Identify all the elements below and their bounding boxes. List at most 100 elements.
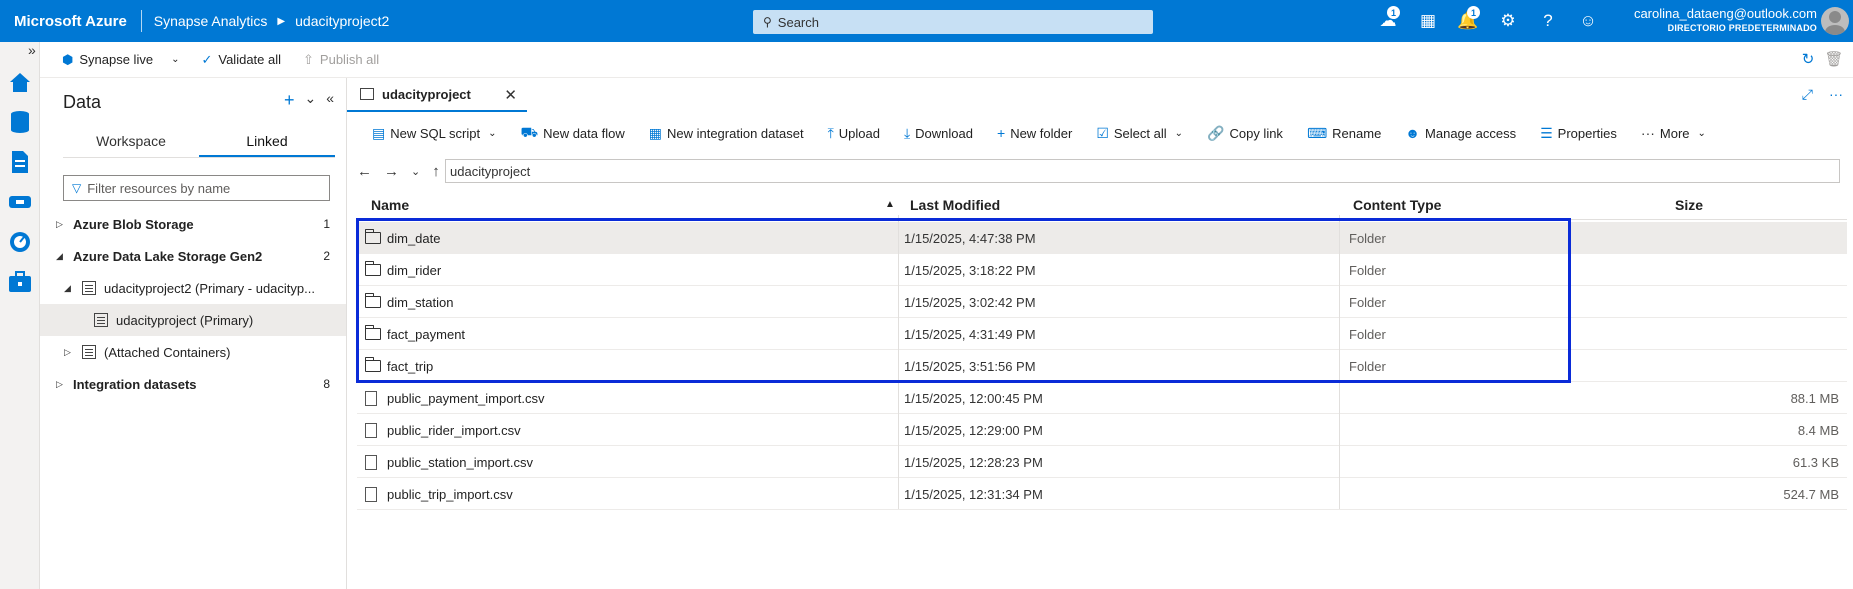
last-modified: 1/15/2025, 12:00:45 PM xyxy=(904,391,1043,406)
dataset-icon: ▦ xyxy=(648,124,662,141)
expand-arrow-icon[interactable]: ▷ xyxy=(56,219,63,230)
help-icon[interactable]: ? xyxy=(1528,8,1568,34)
command-bar: ⬢ Synapse live ⌄ ✓ Validate all ⇧ Publis… xyxy=(40,42,1853,78)
table-row[interactable]: public_trip_import.csv 1/15/2025, 12:31:… xyxy=(357,478,1847,510)
workspace-name[interactable]: udacityproject2 xyxy=(295,13,389,29)
tree-item-count: 8 xyxy=(323,377,330,391)
button-label: New integration dataset xyxy=(666,125,804,141)
person-icon: ☻ xyxy=(1405,125,1421,141)
upload-button[interactable]: ⤒ Upload xyxy=(828,125,880,142)
chevron-down-icon[interactable]: ⌄ xyxy=(1698,128,1706,139)
expand-icon[interactable]: ⤢ xyxy=(1802,86,1813,103)
more-icon[interactable]: ··· xyxy=(1829,86,1843,103)
chevron-down-icon[interactable]: ⌄ xyxy=(1175,128,1183,139)
filter-icon: ▽ xyxy=(72,181,82,195)
portal-icon[interactable]: ▦ xyxy=(1408,8,1448,34)
product-name[interactable]: Synapse Analytics xyxy=(154,13,268,29)
collapse-arrow-icon[interactable]: ◢ xyxy=(64,283,71,294)
manage-icon[interactable] xyxy=(0,262,40,302)
manage-access-button[interactable]: ☻ Manage access xyxy=(1405,125,1516,141)
back-arrow-icon[interactable]: ← xyxy=(357,163,372,180)
expand-arrow-icon[interactable]: ▷ xyxy=(56,379,63,390)
file-name: fact_trip xyxy=(387,359,434,374)
table-row[interactable]: dim_rider 1/15/2025, 3:18:22 PM Folder xyxy=(357,254,1847,286)
tree-item-integration-datasets[interactable]: ▷ Integration datasets 8 xyxy=(40,368,346,400)
chevron-down-icon[interactable]: ⌄ xyxy=(171,54,179,65)
column-header-content-type[interactable]: Content Type xyxy=(1353,197,1441,213)
new-folder-button[interactable]: + New folder xyxy=(997,125,1072,141)
path-value: udacityproject xyxy=(450,163,531,179)
breadcrumb-arrow-icon: ▶ xyxy=(277,15,286,27)
column-header-name[interactable]: Name xyxy=(371,197,409,213)
collapse-all-icon[interactable]: ⌄ xyxy=(304,90,316,111)
more-button[interactable]: ··· More ⌄ xyxy=(1641,125,1706,141)
pipeline-icon[interactable] xyxy=(0,182,40,222)
forward-arrow-icon[interactable]: → xyxy=(384,163,399,180)
properties-button[interactable]: ☰ Properties xyxy=(1540,125,1617,142)
tree-item-udacityproject2[interactable]: ◢ udacityproject2 (Primary - udacityp... xyxy=(40,272,346,304)
chevron-down-icon[interactable]: ⌄ xyxy=(411,165,420,178)
file-icon xyxy=(365,391,377,406)
new-integration-dataset-button[interactable]: ▦ New integration dataset xyxy=(649,125,804,142)
discard-icon[interactable]: 🗑 xyxy=(1821,50,1847,68)
document-icon[interactable] xyxy=(0,142,40,182)
home-icon[interactable] xyxy=(0,62,40,102)
button-label: New data flow xyxy=(543,125,625,141)
table-row[interactable]: fact_trip 1/15/2025, 3:51:56 PM Folder xyxy=(357,350,1847,382)
table-row[interactable]: public_station_import.csv 1/15/2025, 12:… xyxy=(357,446,1847,478)
content-actions: ⤢ ··· xyxy=(1786,86,1843,103)
select-all-button[interactable]: ☑ Select all ⌄ xyxy=(1096,125,1183,142)
validate-all-button[interactable]: ✓ Validate all xyxy=(201,52,281,68)
file-size: 524.7 MB xyxy=(1783,487,1839,502)
settings-icon[interactable]: ⚙ xyxy=(1488,8,1528,34)
notification-badge: 1 xyxy=(1387,6,1400,19)
tree-item-label: udacityproject2 (Primary - udacityp... xyxy=(104,280,315,296)
collapse-arrow-icon[interactable]: ◢ xyxy=(56,251,63,262)
table-row[interactable]: dim_date 1/15/2025, 4:47:38 PM Folder xyxy=(357,222,1847,254)
expand-arrow-icon[interactable]: ▷ xyxy=(64,347,71,358)
tree-item-udacityproject[interactable]: udacityproject (Primary) xyxy=(40,304,346,336)
last-modified: 1/15/2025, 3:18:22 PM xyxy=(904,263,1036,278)
column-header-size[interactable]: Size xyxy=(1675,197,1703,213)
expand-icon[interactable]: » xyxy=(28,42,36,58)
tree-item-adls-gen2[interactable]: ◢ Azure Data Lake Storage Gen2 2 xyxy=(40,240,346,272)
avatar[interactable] xyxy=(1821,7,1849,35)
last-modified: 1/15/2025, 12:29:00 PM xyxy=(904,423,1043,438)
synapse-live-button[interactable]: ⬢ Synapse live ⌄ xyxy=(62,52,179,68)
table-row[interactable]: dim_station 1/15/2025, 3:02:42 PM Folder xyxy=(357,286,1847,318)
tab-workspace[interactable]: Workspace xyxy=(63,126,199,157)
people-icon[interactable]: ☺ xyxy=(1568,8,1608,34)
new-sql-script-button[interactable]: ▤ New SQL script ⌄ xyxy=(372,125,496,142)
tree-item-azure-blob-storage[interactable]: ▷ Azure Blob Storage 1 xyxy=(40,208,346,240)
close-icon[interactable]: ✕ xyxy=(504,86,517,104)
up-arrow-icon[interactable]: ↑ xyxy=(432,163,440,180)
new-data-flow-button[interactable]: ⛟ New data flow xyxy=(520,124,624,143)
monitor-icon[interactable] xyxy=(0,222,40,262)
tree-item-attached-containers[interactable]: ▷ (Attached Containers) xyxy=(40,336,346,368)
table-row[interactable]: public_payment_import.csv 1/15/2025, 12:… xyxy=(357,382,1847,414)
feedback-icon[interactable]: ☁ 1 xyxy=(1368,6,1408,34)
table-row[interactable]: fact_payment 1/15/2025, 4:31:49 PM Folde… xyxy=(357,318,1847,350)
rename-button[interactable]: ⌨ Rename xyxy=(1307,125,1381,142)
publish-all-button[interactable]: ⇧ Publish all xyxy=(303,52,379,68)
table-row[interactable]: public_rider_import.csv 1/15/2025, 12:29… xyxy=(357,414,1847,446)
filter-input[interactable]: ▽ Filter resources by name xyxy=(63,175,330,201)
path-input[interactable]: udacityproject xyxy=(445,159,1840,183)
azure-brand[interactable]: Microsoft Azure xyxy=(0,13,127,30)
user-account[interactable]: carolina_dataeng@outlook.com DIRECTORIO … xyxy=(1634,6,1817,33)
tree-item-count: 1 xyxy=(323,217,330,231)
tab-udacityproject[interactable]: udacityproject ✕ xyxy=(347,78,527,112)
file-size: 61.3 KB xyxy=(1792,455,1839,470)
bell-icon[interactable]: 🔔 1 xyxy=(1448,6,1488,34)
database-icon[interactable] xyxy=(0,102,40,142)
refresh-icon[interactable]: ↻ xyxy=(1795,50,1821,68)
tab-linked[interactable]: Linked xyxy=(199,126,335,157)
copy-link-button[interactable]: 🔗 Copy link xyxy=(1207,125,1283,142)
collapse-panel-icon[interactable]: « xyxy=(326,90,334,111)
add-icon[interactable]: + xyxy=(284,90,295,111)
column-header-last-modified[interactable]: Last Modified xyxy=(910,197,1000,213)
download-button[interactable]: ⤓ Download xyxy=(904,125,973,142)
search-input[interactable]: ⚲ Search xyxy=(753,10,1153,34)
sort-ascending-icon[interactable]: ▲ xyxy=(885,199,895,210)
chevron-down-icon[interactable]: ⌄ xyxy=(488,128,496,139)
